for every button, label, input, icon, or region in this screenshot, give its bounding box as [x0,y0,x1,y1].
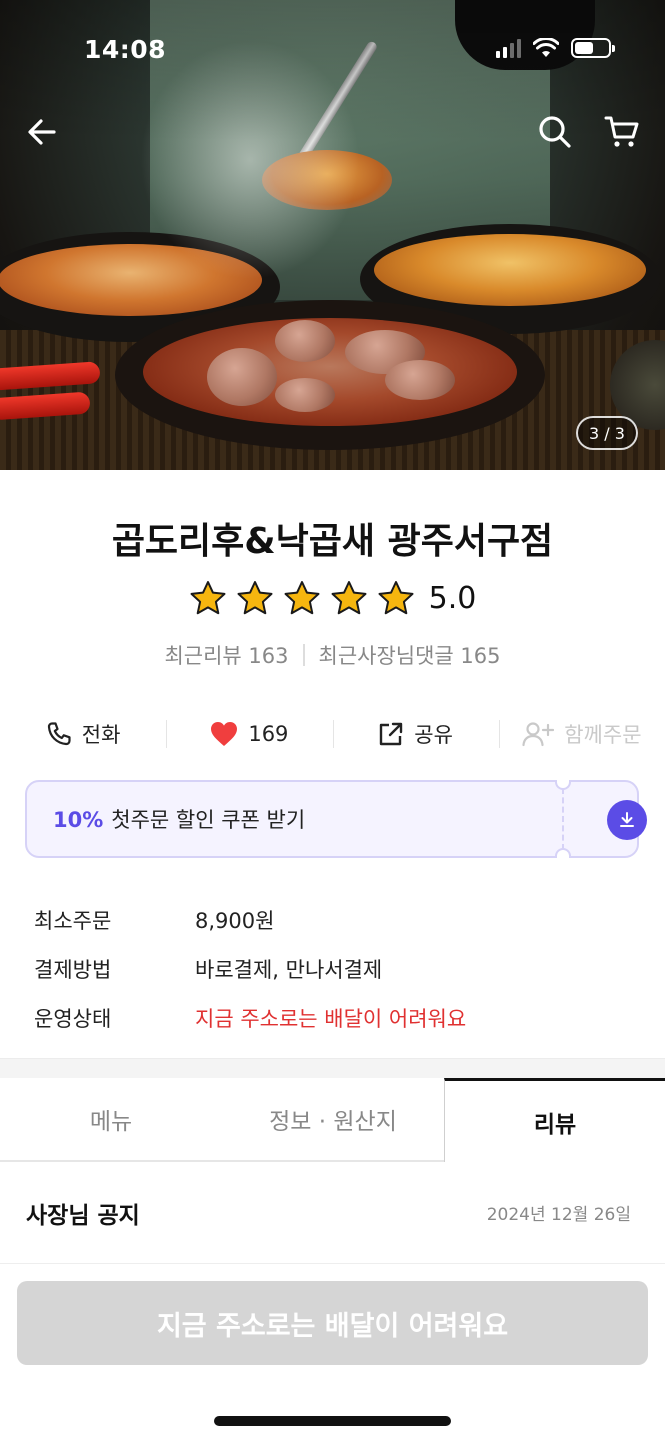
signal-icon [496,38,521,58]
battery-icon [571,38,615,58]
store-tabs: 메뉴 정보 · 원산지 리뷰 [0,1078,665,1162]
share-button[interactable]: 공유 [332,712,499,756]
status-icons [496,38,615,58]
divider [302,644,305,666]
coupon-label: 첫주문 할인 쿠폰 받기 [111,808,306,832]
info-row-payment: 결제방법 바로결제, 만나서결제 [34,944,466,993]
order-cta-button[interactable]: 지금 주소로는 배달이 어려워요 [17,1281,648,1365]
download-icon [620,812,634,827]
phone-icon [47,722,71,746]
like-count: 169 [248,722,289,746]
rating-stars [189,580,415,616]
call-label: 전화 [81,723,121,747]
store-info: 최소주문 8,900원 결제방법 바로결제, 만나서결제 운영상태 지금 주소로… [34,895,466,1042]
heart-icon [211,722,238,746]
image-page-indicator: 3 / 3 [576,416,638,450]
rating-row: 5.0 [0,580,665,616]
rating-score: 5.0 [428,580,477,616]
wifi-icon [533,38,559,57]
home-indicator [214,1416,451,1426]
search-icon [539,116,571,148]
info-key: 운영상태 [34,1006,112,1031]
share-label: 공유 [414,723,453,747]
notice-date: 2024년 12월 26일 [486,1205,631,1225]
info-key: 최소주문 [34,908,112,933]
action-bar: 전화 169 공유 함께주문 [0,712,665,756]
first-order-coupon[interactable]: 10% 첫주문 할인 쿠폰 받기 [25,780,647,858]
coupon-download-button[interactable] [607,800,647,840]
review-counts: 최근리뷰 163 최근사장님댓글 165 [0,640,665,670]
cart-button[interactable] [600,110,644,154]
store-name: 곱도리후&낙곱새 광주서구점 [111,521,554,562]
tab-reviews[interactable]: 리뷰 [444,1078,665,1162]
star-icon [190,581,226,615]
share-icon [380,722,403,746]
coupon-percent: 10% [53,808,104,832]
back-arrow-icon [28,119,56,145]
call-button[interactable]: 전화 [0,712,166,756]
star-icon [237,581,273,615]
info-row-min-order: 최소주문 8,900원 [34,895,466,944]
group-order-button[interactable]: 함께주문 [498,712,665,756]
add-person-icon [522,722,555,747]
like-button[interactable]: 169 [166,712,332,756]
info-value: 바로결제, 만나서결제 [195,957,383,982]
info-row-status: 운영상태 지금 주소로는 배달이 어려워요 [34,993,466,1042]
owner-replies-link[interactable]: 최근사장님댓글 165 [319,640,501,670]
info-key: 결제방법 [34,957,112,982]
info-value: 8,900원 [195,908,275,933]
notice-title: 사장님 공지 [26,1202,140,1229]
status-time: 14:08 [84,35,167,64]
hero-image[interactable] [0,0,665,470]
star-icon [331,581,367,615]
cart-icon [604,116,639,147]
tab-menu[interactable]: 메뉴 [0,1078,222,1160]
tab-info-origin[interactable]: 정보 · 원산지 [222,1078,444,1160]
info-value-alert: 지금 주소로는 배달이 어려워요 [195,1006,467,1031]
owner-notice[interactable]: 사장님 공지 2024년 12월 26일 [0,1162,665,1264]
recent-reviews-link[interactable]: 최근리뷰 163 [164,640,288,670]
section-gap [0,1058,665,1078]
star-icon [284,581,320,615]
group-order-label: 함께주문 [564,723,642,747]
search-button[interactable] [533,110,577,154]
star-icon [378,581,414,615]
back-button[interactable] [20,110,64,154]
